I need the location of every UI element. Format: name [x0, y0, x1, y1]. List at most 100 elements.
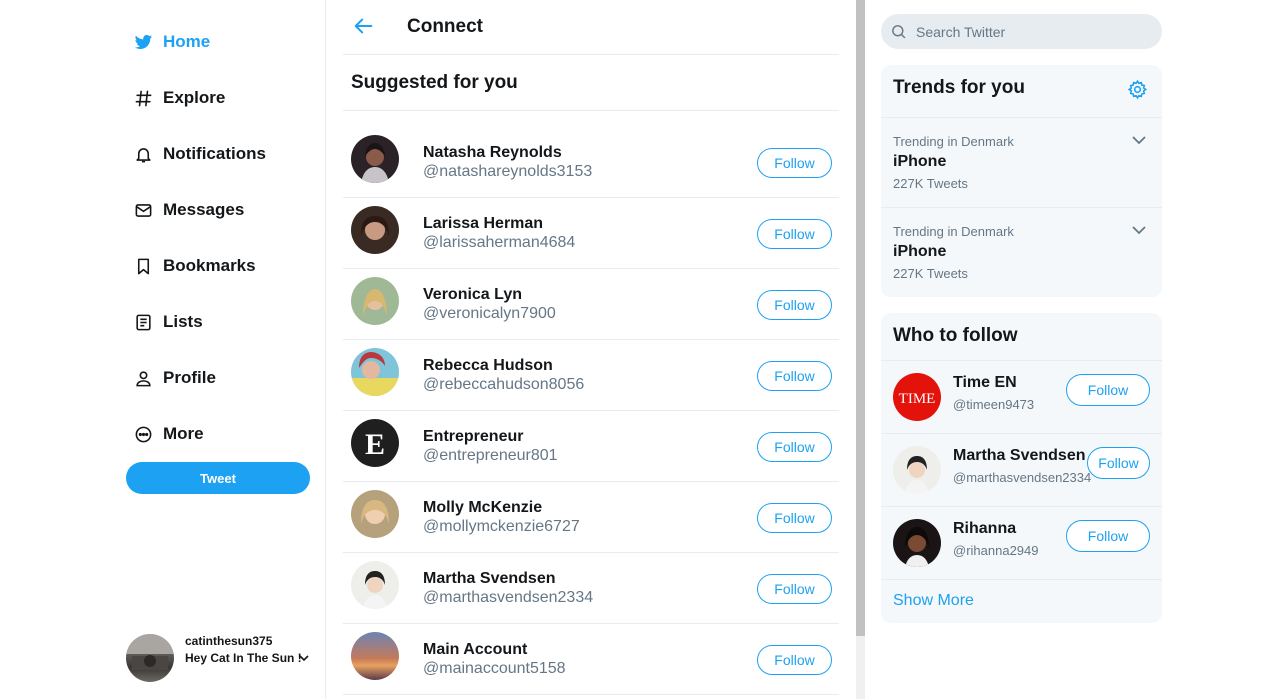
- nav-item-notifications[interactable]: Notifications: [134, 138, 266, 170]
- envelope-icon: [135, 203, 152, 217]
- chevron-down-icon: [299, 655, 309, 662]
- hashtag-icon: [135, 90, 152, 106]
- back-arrow-icon[interactable]: [353, 15, 375, 37]
- section-title: Suggested for you: [351, 72, 518, 93]
- list-item[interactable]: TIME Time EN @timeen9473 Follow: [881, 360, 1162, 433]
- page-title: Connect: [407, 16, 483, 37]
- nav-label-notifications: Notifications: [163, 144, 266, 163]
- search-box[interactable]: [881, 14, 1162, 49]
- list-item[interactable]: Martha Svendsen @marthasvendsen2334 Foll…: [881, 433, 1162, 506]
- nav-item-bookmarks[interactable]: Bookmarks: [134, 250, 256, 282]
- account-handle: catinthesun375: [185, 634, 273, 648]
- user-name: Entrepreneur: [423, 428, 524, 445]
- user-handle: @larissaherman4684: [423, 234, 576, 251]
- more-dots-icon: [135, 426, 152, 442]
- follow-button[interactable]: Follow: [757, 432, 832, 462]
- user-handle: @veronicalyn7900: [423, 305, 556, 322]
- follow-button[interactable]: Follow: [757, 219, 832, 249]
- list-item[interactable]: Veronica Lyn @veronicalyn7900 Follow: [343, 269, 839, 340]
- trend-item[interactable]: Trending in Denmark iPhone 227K Tweets: [881, 117, 1162, 207]
- avatar: [351, 561, 399, 609]
- nav-item-messages[interactable]: Messages: [134, 194, 244, 226]
- nav-item-profile[interactable]: Profile: [134, 362, 216, 394]
- follow-button[interactable]: Follow: [757, 645, 832, 675]
- trends-title: Trends for you: [893, 77, 1025, 98]
- person-icon: [136, 370, 151, 386]
- search-icon: [892, 25, 906, 39]
- user-name: Rihanna: [953, 520, 1017, 537]
- list-item[interactable]: Molly McKenzie @mollymckenzie6727 Follow: [343, 482, 839, 553]
- main-column: Connect Suggested for you Natasha Reynol…: [327, 0, 856, 699]
- nav-label-more: More: [163, 424, 204, 443]
- nav-item-lists[interactable]: Lists: [134, 306, 203, 338]
- list-item[interactable]: Martha Svendsen @marthasvendsen2334 Foll…: [343, 553, 839, 624]
- account-name: Hey Cat In The Sun !: [185, 651, 302, 665]
- user-handle: @rebeccahudson8056: [423, 376, 585, 393]
- follow-button[interactable]: Follow: [757, 361, 832, 391]
- account-switcher[interactable]: catinthesun375 Hey Cat In The Sun !: [126, 632, 326, 684]
- trend-context: Trending in Denmark: [893, 224, 1014, 239]
- app-window: Home Explore Notifications Messages Book…: [0, 0, 1288, 699]
- suggested-users-list: Natasha Reynolds @natashareynolds3153 Fo…: [343, 127, 839, 695]
- follow-button[interactable]: Follow: [757, 503, 832, 533]
- list-item[interactable]: Natasha Reynolds @natashareynolds3153 Fo…: [343, 127, 839, 198]
- trend-item[interactable]: Trending in Denmark iPhone 227K Tweets: [881, 207, 1162, 297]
- scrollbar[interactable]: [856, 0, 865, 699]
- search-input[interactable]: [916, 14, 1146, 49]
- chevron-down-icon[interactable]: [1131, 134, 1147, 146]
- nav-label-home: Home: [163, 32, 211, 51]
- nav-item-home[interactable]: Home: [134, 26, 210, 58]
- follow-button[interactable]: Follow: [757, 148, 832, 178]
- user-name: Martha Svendsen: [423, 570, 556, 587]
- user-handle: @entrepreneur801: [423, 447, 558, 464]
- who-to-follow-panel: Who to follow TIME Time EN @timeen9473 F…: [881, 313, 1162, 623]
- follow-button[interactable]: Follow: [1087, 447, 1150, 479]
- bookmark-icon: [137, 258, 150, 274]
- list-item[interactable]: Rihanna @rihanna2949 Follow: [881, 506, 1162, 579]
- nav-label-bookmarks: Bookmarks: [163, 256, 256, 275]
- gear-icon[interactable]: [1127, 79, 1148, 100]
- follow-button[interactable]: Follow: [757, 290, 832, 320]
- time-logo-text: TIME: [899, 391, 936, 407]
- scrollbar-thumb[interactable]: [856, 0, 865, 636]
- divider: [343, 110, 839, 111]
- user-handle: @natashareynolds3153: [423, 163, 593, 180]
- avatar: [351, 277, 399, 325]
- user-handle: @marthasvendsen2334: [953, 470, 1092, 485]
- nav-item-explore[interactable]: Explore: [134, 82, 225, 114]
- avatar: [351, 206, 399, 254]
- list-item[interactable]: Rebecca Hudson @rebeccahudson8056 Follow: [343, 340, 839, 411]
- user-handle: @mollymckenzie6727: [423, 518, 580, 535]
- avatar: E: [351, 419, 399, 467]
- user-handle: @marthasvendsen2334: [423, 589, 594, 606]
- user-name: Natasha Reynolds: [423, 144, 562, 161]
- show-more-link[interactable]: Show More: [893, 592, 974, 610]
- user-handle: @rihanna2949: [953, 543, 1039, 558]
- avatar: [351, 490, 399, 538]
- follow-button[interactable]: Follow: [1066, 374, 1150, 406]
- trend-context: Trending in Denmark: [893, 134, 1014, 149]
- trend-count: 227K Tweets: [893, 266, 968, 281]
- follow-button[interactable]: Follow: [1066, 520, 1150, 552]
- nav-item-more[interactable]: More: [134, 418, 204, 450]
- who-to-follow-title: Who to follow: [893, 325, 1018, 346]
- left-sidebar: Home Explore Notifications Messages Book…: [0, 0, 326, 699]
- trend-count: 227K Tweets: [893, 176, 968, 191]
- trend-name: iPhone: [893, 243, 947, 260]
- list-item[interactable]: Main Account @mainaccount5158 Follow: [343, 624, 839, 695]
- user-name: Rebecca Hudson: [423, 357, 553, 374]
- nav-label-lists: Lists: [163, 312, 203, 331]
- avatar: [351, 135, 399, 183]
- user-name: Molly McKenzie: [423, 499, 543, 516]
- avatar: [351, 348, 399, 396]
- user-name: Martha Svendsen: [953, 447, 1086, 464]
- user-name: Time EN: [953, 374, 1017, 391]
- tweet-button[interactable]: Tweet: [126, 462, 310, 494]
- list-item[interactable]: Larissa Herman @larissaherman4684 Follow: [343, 198, 839, 269]
- user-name: Veronica Lyn: [423, 286, 522, 303]
- follow-button[interactable]: Follow: [757, 574, 832, 604]
- user-name: Larissa Herman: [423, 215, 544, 232]
- account-avatar-image: [126, 634, 174, 670]
- chevron-down-icon[interactable]: [1131, 224, 1147, 236]
- list-item[interactable]: E Entrepreneur @entrepreneur801 Follow: [343, 411, 839, 482]
